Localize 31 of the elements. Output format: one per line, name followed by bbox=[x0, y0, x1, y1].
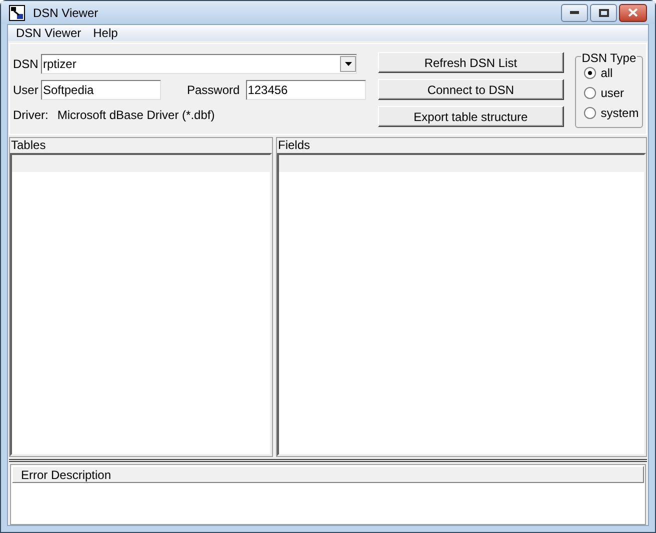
maximize-button[interactable] bbox=[590, 4, 617, 22]
action-button[interactable]: Refresh DSN List bbox=[378, 52, 564, 73]
minimize-icon bbox=[570, 11, 579, 14]
maximize-icon bbox=[598, 8, 608, 16]
password-label: Password bbox=[187, 82, 240, 99]
window-title: DSN Viewer bbox=[33, 4, 98, 22]
user-field[interactable]: Softpedia bbox=[41, 80, 161, 100]
minimize-button[interactable] bbox=[561, 4, 588, 22]
menu-item[interactable]: DSN Viewer bbox=[10, 25, 88, 41]
close-button[interactable] bbox=[619, 4, 647, 22]
radio-button[interactable] bbox=[584, 66, 596, 78]
radio-label: system bbox=[600, 104, 639, 122]
radio-button[interactable] bbox=[584, 86, 596, 98]
menu-item[interactable]: Help bbox=[87, 25, 124, 41]
action-button[interactable]: Export table structure bbox=[378, 106, 564, 127]
radio-label: user bbox=[600, 84, 624, 102]
radio-button[interactable] bbox=[584, 106, 596, 118]
app-icon bbox=[9, 4, 25, 20]
radio-label: all bbox=[600, 64, 613, 82]
action-button[interactable]: Connect to DSN bbox=[378, 79, 564, 100]
driver-label: Driver: bbox=[13, 107, 48, 124]
column-header[interactable]: Error Description bbox=[12, 466, 644, 483]
driver-value: Microsoft dBase Driver (*.dbf) bbox=[57, 107, 215, 124]
user-label: User bbox=[13, 82, 37, 99]
dropdown-arrow-icon bbox=[344, 62, 352, 66]
panel-title: Tables bbox=[10, 138, 47, 153]
panel-title: Fields bbox=[277, 138, 312, 153]
password-field[interactable]: 123456 bbox=[246, 80, 366, 100]
dsn-dropdown[interactable]: rptizer bbox=[41, 54, 357, 74]
dsn-label: DSN bbox=[13, 56, 37, 73]
close-icon bbox=[628, 8, 638, 17]
